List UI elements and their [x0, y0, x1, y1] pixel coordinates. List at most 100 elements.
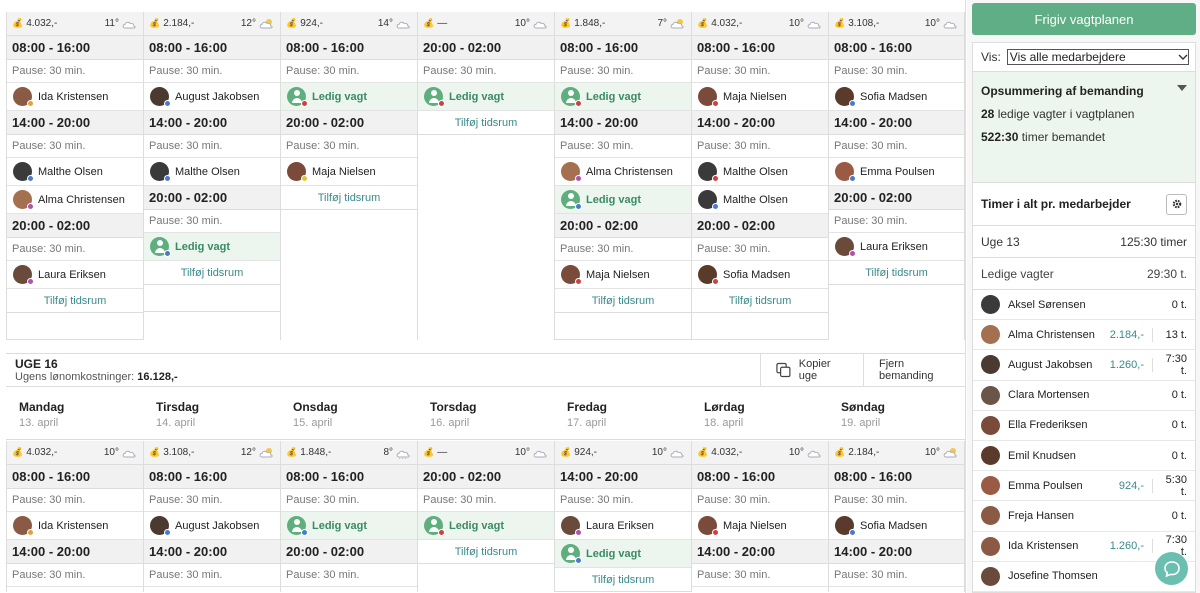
employee-filter-select[interactable]: Vis alle medarbejdere [1006, 49, 1189, 65]
assigned-employee[interactable]: Ida Kristensen [7, 512, 143, 540]
shift-time[interactable]: 08:00 - 16:00 [829, 465, 964, 489]
copy-week-button[interactable]: Kopier uge [760, 353, 863, 387]
shift-time[interactable]: 14:00 - 20:00 [144, 111, 280, 135]
assigned-employee[interactable]: Laura Eriksen [7, 261, 143, 289]
employee-hours-row[interactable]: Ella Frederiksen 0 t. [973, 411, 1195, 441]
day-date: 13. april [19, 417, 59, 429]
add-timeslot-button[interactable]: Tilføj tidsrum [555, 289, 691, 313]
employee-hours-row[interactable]: Clara Mortensen 0 t. [973, 381, 1195, 411]
shift-time[interactable]: 14:00 - 20:00 [829, 540, 964, 564]
assigned-employee[interactable]: Emma Poulsen [829, 158, 964, 186]
assigned-employee[interactable]: Malthe Olsen [144, 158, 280, 186]
assigned-employee[interactable]: Maja Nielsen [281, 158, 417, 186]
shift-time[interactable]: 14:00 - 20:00 [7, 111, 143, 135]
shift-time[interactable]: 20:00 - 02:00 [692, 214, 828, 238]
open-shift[interactable]: Ledig vagt [555, 83, 691, 111]
shift-time[interactable]: 08:00 - 16:00 [555, 36, 691, 60]
shift-time[interactable]: 14:00 - 20:00 [555, 111, 691, 135]
open-shift[interactable]: Ledig vagt [555, 186, 691, 214]
open-shift[interactable]: Ledig vagt [555, 540, 691, 568]
day-name: Fredag [567, 400, 608, 414]
employee-hours-row[interactable]: Emil Knudsen 0 t. [973, 441, 1195, 472]
shift-time[interactable]: 20:00 - 02:00 [7, 214, 143, 238]
shift-time[interactable]: 14:00 - 20:00 [7, 540, 143, 564]
assigned-employee[interactable]: Laura Eriksen [829, 233, 964, 261]
shift-time[interactable]: 20:00 - 02:00 [555, 214, 691, 238]
day-summary-bar: 💰 1.848,- 7° [555, 12, 691, 36]
add-timeslot-button[interactable]: Tilføj tidsrum [418, 540, 554, 564]
open-shift[interactable]: Ledig vagt [281, 512, 417, 540]
shift-time[interactable]: 08:00 - 16:00 [144, 36, 280, 60]
assigned-employee[interactable]: Malthe Olsen [692, 186, 828, 214]
open-shift-icon [561, 87, 582, 107]
assigned-employee[interactable]: Alma Christensen [7, 186, 143, 214]
day-column: 💰 4.032,- 10° 08:00 - 16:00 Pause: 30 min. Ma… [691, 441, 828, 592]
shift-time[interactable]: 20:00 - 02:00 [829, 186, 964, 210]
open-shift-icon [561, 190, 582, 210]
shift-time[interactable]: 08:00 - 16:00 [7, 465, 143, 489]
employee-name: Sofia Madsen [723, 268, 791, 281]
shift-time[interactable]: 14:00 - 20:00 [144, 540, 280, 564]
shift-time[interactable]: 20:00 - 02:00 [418, 465, 554, 489]
remove-staffing-button[interactable]: Fjern bemanding [863, 353, 965, 387]
assigned-employee[interactable]: Laura Eriksen [555, 512, 691, 540]
add-timeslot-button[interactable]: Tilføj tidsrum [555, 568, 691, 592]
employee-hours-row[interactable]: Emma Poulsen 924,- 5:30 t. [973, 471, 1195, 502]
publish-schedule-button[interactable]: Frigiv vagtplanen [972, 3, 1196, 35]
shift-time[interactable]: 08:00 - 16:00 [829, 36, 964, 60]
shift-time[interactable]: 08:00 - 16:00 [281, 465, 417, 489]
shift-time[interactable]: 20:00 - 02:00 [281, 540, 417, 564]
shift-time[interactable]: 14:00 - 20:00 [692, 540, 828, 564]
employee-hours-row[interactable]: Aksel Sørensen 0 t. [973, 290, 1195, 321]
shift-time[interactable]: 20:00 - 02:00 [418, 36, 554, 60]
add-timeslot-button[interactable]: Tilføj tidsrum [281, 186, 417, 210]
assigned-employee[interactable]: Maja Nielsen [692, 512, 828, 540]
shift-time[interactable]: 08:00 - 16:00 [692, 465, 828, 489]
open-shift[interactable]: Ledig vagt [418, 83, 554, 111]
settings-button[interactable] [1166, 193, 1187, 215]
assigned-employee[interactable]: Ida Kristensen [7, 83, 143, 111]
assigned-employee[interactable]: August Jakobsen [144, 83, 280, 111]
employee-hours-row[interactable]: Alma Christensen 2.184,- 13 t. [973, 320, 1195, 351]
break-info: Pause: 30 min. [144, 210, 280, 233]
avatar [835, 516, 856, 536]
add-timeslot-button[interactable]: Tilføj tidsrum [829, 261, 964, 285]
shift-time[interactable]: 08:00 - 16:00 [281, 36, 417, 60]
shift-time[interactable]: 14:00 - 20:00 [692, 111, 828, 135]
day-summary-bar: 💰 4.032,- 10° [692, 441, 828, 465]
add-timeslot-button[interactable]: Tilføj tidsrum [144, 261, 280, 285]
chat-button[interactable] [1155, 552, 1188, 585]
assigned-employee[interactable]: Malthe Olsen [7, 158, 143, 186]
summary-header[interactable]: Opsummering af bemanding [981, 84, 1187, 98]
day-column: 💰 4.032,- 11° 08:00 - 16:00 Pause: 30 min. Id… [6, 12, 143, 340]
add-timeslot-button[interactable]: Tilføj tidsrum [418, 111, 554, 135]
shift-time[interactable]: 14:00 - 20:00 [555, 465, 691, 489]
shift-time[interactable]: 14:00 - 20:00 [829, 111, 964, 135]
employee-hours-row[interactable]: Freja Hansen 0 t. [973, 501, 1195, 532]
status-dot [712, 175, 719, 182]
assigned-employee[interactable]: Sofia Madsen [692, 261, 828, 289]
open-shift[interactable]: Ledig vagt [281, 83, 417, 111]
assigned-employee[interactable]: Maja Nielsen [692, 83, 828, 111]
day-name: Onsdag [293, 400, 338, 414]
assigned-employee[interactable]: Sofia Madsen [829, 83, 964, 111]
break-info: Pause: 30 min. [555, 60, 691, 83]
shift-time[interactable]: 08:00 - 16:00 [144, 465, 280, 489]
assigned-employee[interactable]: Malthe Olsen [692, 158, 828, 186]
shift-time[interactable]: 20:00 - 02:00 [144, 186, 280, 210]
add-timeslot-button[interactable]: Tilføj tidsrum [7, 289, 143, 313]
shift-time[interactable]: 20:00 - 02:00 [281, 111, 417, 135]
assigned-employee[interactable]: August Jakobsen [144, 512, 280, 540]
add-timeslot-button[interactable]: Tilføj tidsrum [692, 289, 828, 313]
shift-time[interactable]: 08:00 - 16:00 [7, 36, 143, 60]
empty-row [692, 313, 828, 340]
shift-time[interactable]: 08:00 - 16:00 [692, 36, 828, 60]
day-column: 💰 924,- 14° 08:00 - 16:00 Pause: 30 min. Ledi… [280, 12, 417, 340]
employee-hours-row[interactable]: August Jakobsen 1.260,- 7:30 t. [973, 350, 1195, 381]
assigned-employee[interactable]: Sofia Madsen [829, 512, 964, 540]
open-shift[interactable]: Ledig vagt [144, 233, 280, 261]
open-shift[interactable]: Ledig vagt [418, 512, 554, 540]
assigned-employee[interactable]: Maja Nielsen [555, 261, 691, 289]
assigned-employee[interactable]: Alma Christensen [555, 158, 691, 186]
open-shifts-label: Ledige vagter [981, 266, 1054, 281]
